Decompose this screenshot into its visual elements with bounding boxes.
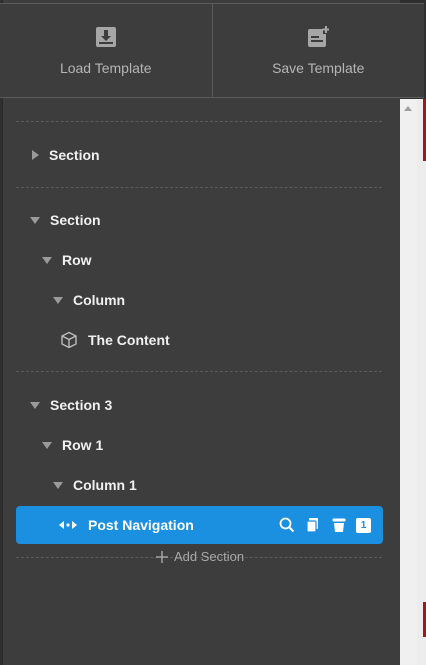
page-edge: [417, 99, 426, 665]
tree-column[interactable]: Column: [53, 288, 125, 312]
column-label: Column 1: [73, 477, 137, 493]
tree-column-1[interactable]: Column 1: [53, 473, 137, 497]
vertical-scrollbar[interactable]: [400, 99, 417, 665]
tree-row[interactable]: Row: [42, 248, 92, 272]
scroll-up-arrow-icon[interactable]: [404, 106, 412, 111]
collapse-arrow-icon[interactable]: [30, 401, 40, 409]
section-label: Section 3: [50, 397, 113, 413]
divider: [16, 371, 382, 372]
cube-icon: [61, 331, 77, 349]
save-template-button[interactable]: Save Template: [211, 4, 425, 97]
row-label: Row 1: [62, 437, 104, 453]
plus-icon: [156, 550, 168, 563]
collapse-arrow-icon[interactable]: [53, 296, 63, 304]
tree-module-the-content[interactable]: The Content: [60, 328, 170, 352]
collapse-arrow-icon[interactable]: [42, 256, 52, 264]
search-icon[interactable]: [278, 516, 296, 534]
copy-icon[interactable]: [304, 516, 322, 534]
tree-section-3[interactable]: Section 3: [30, 393, 112, 417]
expand-arrow-icon[interactable]: [32, 150, 39, 160]
section-label: Section: [50, 212, 101, 228]
row-label: Row: [62, 252, 92, 268]
column-label: Column: [73, 292, 126, 308]
divider: [16, 121, 382, 122]
save-template-label: Save Template: [272, 59, 365, 76]
tree-section-1[interactable]: Section: [32, 143, 100, 167]
module-label: The Content: [88, 332, 170, 348]
tree-row-1[interactable]: Row 1: [42, 433, 103, 457]
section-label: Section: [49, 147, 100, 163]
collapse-arrow-icon[interactable]: [30, 216, 40, 224]
tree-section-2[interactable]: Section: [30, 208, 101, 232]
load-template-button[interactable]: Load Template: [0, 4, 212, 97]
trash-icon[interactable]: [330, 516, 348, 534]
download-icon: [95, 26, 116, 47]
collapse-arrow-icon[interactable]: [42, 441, 52, 449]
collapse-arrow-icon[interactable]: [53, 481, 63, 489]
add-section-button[interactable]: Add Section: [156, 549, 244, 564]
load-template-label: Load Template: [59, 59, 152, 76]
selected-module-post-navigation[interactable]: Post Navigation 1: [16, 506, 383, 544]
add-section-label: Add Section: [174, 549, 245, 564]
nav-arrows-icon: [59, 521, 77, 529]
save-template-icon: [308, 25, 330, 47]
module-count-badge[interactable]: 1: [356, 517, 371, 533]
module-actions: 1: [278, 516, 371, 534]
template-toolbar: Load Template Save Template: [0, 3, 424, 98]
module-label: Post Navigation: [88, 517, 194, 533]
divider: [16, 187, 382, 188]
